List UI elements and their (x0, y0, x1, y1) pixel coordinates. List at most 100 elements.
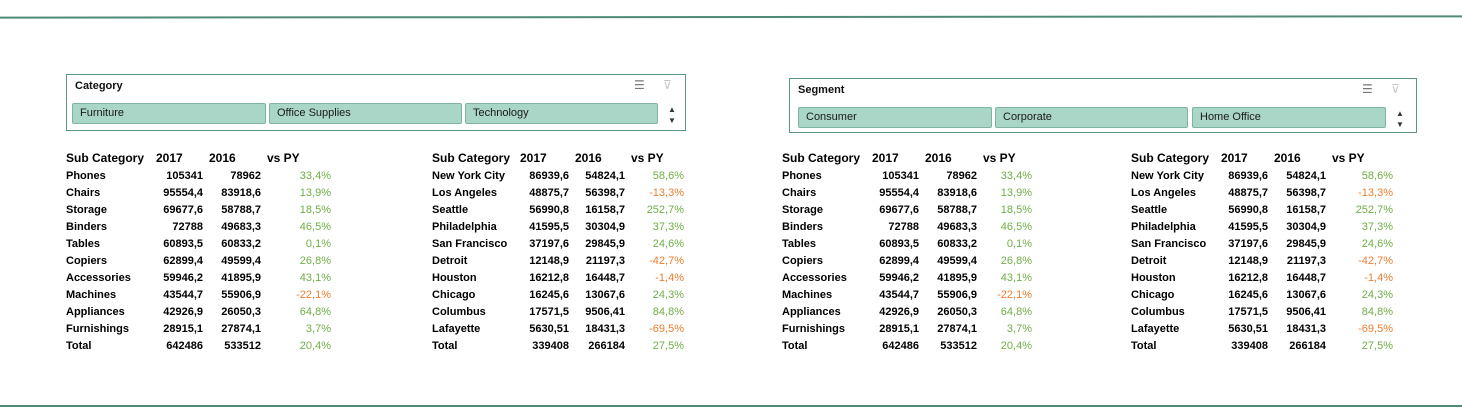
value-2016-cell[interactable]: 54824,1 (1268, 167, 1326, 184)
value-2016-cell[interactable]: 16158,7 (569, 201, 625, 218)
slicer-item-technology[interactable]: Technology (465, 103, 658, 124)
value-2017-cell[interactable]: 62899,4 (150, 252, 203, 269)
value-2017-cell[interactable]: 59946,2 (150, 269, 203, 286)
scroll-up-icon[interactable]: ▲ (666, 105, 678, 115)
row-label[interactable]: Phones (66, 167, 150, 184)
row-label[interactable]: Los Angeles (432, 184, 514, 201)
row-label[interactable]: Storage (782, 201, 866, 218)
value-2017-cell[interactable]: 12148,9 (1215, 252, 1268, 269)
value-2017-cell[interactable]: 339408 (514, 337, 569, 354)
column-header[interactable]: Sub Category (66, 149, 150, 167)
vs-py-cell[interactable]: 64,8% (977, 303, 1032, 320)
value-2017-cell[interactable]: 16212,8 (514, 269, 569, 286)
row-label[interactable]: Total (432, 337, 514, 354)
value-2017-cell[interactable]: 69677,6 (866, 201, 919, 218)
value-2017-cell[interactable]: 43544,7 (866, 286, 919, 303)
value-2016-cell[interactable]: 21197,3 (1268, 252, 1326, 269)
value-2016-cell[interactable]: 83918,6 (919, 184, 977, 201)
value-2016-cell[interactable]: 16448,7 (569, 269, 625, 286)
value-2016-cell[interactable]: 49599,4 (919, 252, 977, 269)
vs-py-cell[interactable]: 58,6% (625, 167, 684, 184)
column-header[interactable]: 2016 (1268, 149, 1326, 167)
vs-py-cell[interactable]: -1,4% (1326, 269, 1393, 286)
row-label[interactable]: Detroit (1131, 252, 1215, 269)
scroll-down-icon[interactable]: ▼ (1394, 120, 1406, 130)
value-2017-cell[interactable]: 642486 (150, 337, 203, 354)
column-header[interactable]: vs PY (261, 149, 331, 167)
value-2016-cell[interactable]: 55906,9 (203, 286, 261, 303)
value-2016-cell[interactable]: 27874,1 (919, 320, 977, 337)
row-label[interactable]: Total (782, 337, 866, 354)
value-2017-cell[interactable]: 105341 (866, 167, 919, 184)
row-label[interactable]: Machines (66, 286, 150, 303)
vs-py-cell[interactable]: 46,5% (261, 218, 331, 235)
value-2016-cell[interactable]: 56398,7 (1268, 184, 1326, 201)
row-label[interactable]: Columbus (432, 303, 514, 320)
vs-py-cell[interactable]: 13,9% (261, 184, 331, 201)
value-2017-cell[interactable]: 41595,5 (514, 218, 569, 235)
column-header[interactable]: 2017 (866, 149, 919, 167)
row-label[interactable]: Accessories (782, 269, 866, 286)
value-2016-cell[interactable]: 266184 (1268, 337, 1326, 354)
vs-py-cell[interactable]: 84,8% (625, 303, 684, 320)
row-label[interactable]: Detroit (432, 252, 514, 269)
vs-py-cell[interactable]: -42,7% (625, 252, 684, 269)
column-header[interactable]: Sub Category (782, 149, 866, 167)
value-2017-cell[interactable]: 72788 (866, 218, 919, 235)
vs-py-cell[interactable]: 43,1% (261, 269, 331, 286)
row-label[interactable]: Total (1131, 337, 1215, 354)
row-label[interactable]: Total (66, 337, 150, 354)
row-label[interactable]: Furnishings (782, 320, 866, 337)
vs-py-cell[interactable]: 24,6% (625, 235, 684, 252)
row-label[interactable]: Binders (782, 218, 866, 235)
vs-py-cell[interactable]: -69,5% (1326, 320, 1393, 337)
value-2017-cell[interactable]: 56990,8 (1215, 201, 1268, 218)
vs-py-cell[interactable]: 84,8% (1326, 303, 1393, 320)
vs-py-cell[interactable]: 24,3% (625, 286, 684, 303)
value-2016-cell[interactable]: 533512 (203, 337, 261, 354)
row-label[interactable]: Binders (66, 218, 150, 235)
column-header[interactable]: vs PY (977, 149, 1032, 167)
row-label[interactable]: Appliances (782, 303, 866, 320)
value-2017-cell[interactable]: 41595,5 (1215, 218, 1268, 235)
row-label[interactable]: Machines (782, 286, 866, 303)
value-2017-cell[interactable]: 28915,1 (866, 320, 919, 337)
vs-py-cell[interactable]: -22,1% (977, 286, 1032, 303)
vs-py-cell[interactable]: -69,5% (625, 320, 684, 337)
value-2016-cell[interactable]: 29845,9 (1268, 235, 1326, 252)
value-2017-cell[interactable]: 37197,6 (1215, 235, 1268, 252)
value-2016-cell[interactable]: 16158,7 (1268, 201, 1326, 218)
vs-py-cell[interactable]: 27,5% (625, 337, 684, 354)
value-2017-cell[interactable]: 16245,6 (1215, 286, 1268, 303)
row-label[interactable]: Tables (782, 235, 866, 252)
vs-py-cell[interactable]: 13,9% (977, 184, 1032, 201)
row-label[interactable]: Houston (1131, 269, 1215, 286)
vs-py-cell[interactable]: 24,6% (1326, 235, 1393, 252)
value-2016-cell[interactable]: 13067,6 (1268, 286, 1326, 303)
vs-py-cell[interactable]: 33,4% (977, 167, 1032, 184)
value-2017-cell[interactable]: 12148,9 (514, 252, 569, 269)
vs-py-cell[interactable]: 0,1% (261, 235, 331, 252)
row-label[interactable]: Chicago (432, 286, 514, 303)
row-label[interactable]: New York City (1131, 167, 1215, 184)
value-2016-cell[interactable]: 27874,1 (203, 320, 261, 337)
value-2017-cell[interactable]: 86939,6 (1215, 167, 1268, 184)
column-header[interactable]: 2016 (569, 149, 625, 167)
row-label[interactable]: San Francisco (432, 235, 514, 252)
column-header[interactable]: 2016 (919, 149, 977, 167)
column-header[interactable]: 2017 (150, 149, 203, 167)
value-2016-cell[interactable]: 9506,41 (1268, 303, 1326, 320)
value-2016-cell[interactable]: 18431,3 (569, 320, 625, 337)
value-2017-cell[interactable]: 60893,5 (150, 235, 203, 252)
vs-py-cell[interactable]: 37,3% (625, 218, 684, 235)
value-2016-cell[interactable]: 533512 (919, 337, 977, 354)
multi-select-icon[interactable]: ☰ (1362, 82, 1373, 96)
value-2017-cell[interactable]: 48875,7 (514, 184, 569, 201)
vs-py-cell[interactable]: 20,4% (977, 337, 1032, 354)
value-2017-cell[interactable]: 42926,9 (866, 303, 919, 320)
vs-py-cell[interactable]: -22,1% (261, 286, 331, 303)
value-2017-cell[interactable]: 60893,5 (866, 235, 919, 252)
row-label[interactable]: Accessories (66, 269, 150, 286)
vs-py-cell[interactable]: 58,6% (1326, 167, 1393, 184)
value-2017-cell[interactable]: 42926,9 (150, 303, 203, 320)
